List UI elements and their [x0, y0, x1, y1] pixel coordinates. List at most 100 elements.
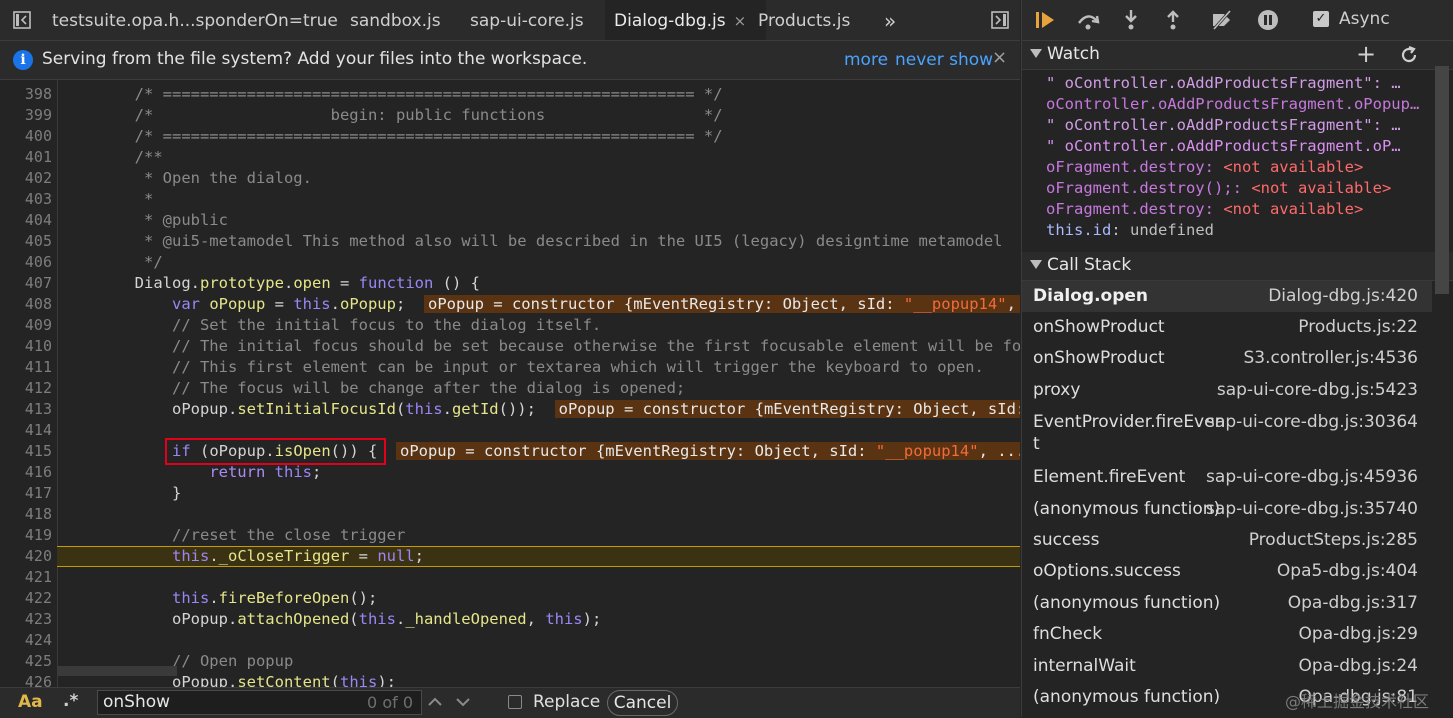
code-line[interactable]: 405 * @ui5-metamodel This method also wi… — [0, 231, 1020, 252]
code-line[interactable]: 412 // The focus will be change after th… — [0, 378, 1020, 399]
call-frame-location[interactable]: sap-ui-core-dbg.js:35740 — [1206, 499, 1418, 519]
horizontal-scrollbar[interactable] — [57, 666, 177, 676]
line-number[interactable]: 401 — [0, 147, 52, 168]
line-number[interactable]: 419 — [0, 525, 52, 546]
code-line[interactable]: 402 * Open the dialog. — [0, 168, 1020, 189]
code-line[interactable]: 409 // Set the initial focus to the dial… — [0, 315, 1020, 336]
more-tabs-icon[interactable]: » — [884, 0, 896, 40]
call-frame-location[interactable]: Products.js:22 — [1298, 317, 1418, 337]
code-line[interactable]: 400 /* =================================… — [0, 126, 1020, 147]
line-number[interactable]: 402 — [0, 168, 52, 189]
code-line[interactable]: 420 this._oCloseTrigger = null; — [0, 546, 1020, 567]
call-frame-location[interactable]: S3.controller.js:4536 — [1243, 348, 1418, 368]
tab-dialog-dbg[interactable]: Dialog-dbg.js × — [605, 0, 766, 40]
call-frame-location[interactable]: Opa-dbg.js:317 — [1288, 593, 1418, 613]
line-number[interactable]: 403 — [0, 189, 52, 210]
line-number[interactable]: 405 — [0, 231, 52, 252]
line-number[interactable]: 413 — [0, 399, 52, 420]
close-tab-icon[interactable]: × — [734, 12, 747, 30]
call-frame-location[interactable]: Opa-dbg.js:29 — [1299, 624, 1418, 644]
code-line[interactable]: 410 // The initial focus should be set b… — [0, 336, 1020, 357]
call-frame-location[interactable]: Dialog-dbg.js:420 — [1268, 286, 1418, 306]
call-frame[interactable]: proxy sap-ui-core-dbg.js:5423 — [1022, 375, 1432, 406]
search-next-icon[interactable] — [452, 692, 474, 712]
regex-toggle[interactable]: .* — [63, 691, 78, 711]
line-number[interactable]: 407 — [0, 273, 52, 294]
tab-sap-ui-core[interactable]: sap-ui-core.js — [460, 0, 594, 40]
toggle-debugger-icon[interactable] — [990, 10, 1010, 30]
line-number[interactable]: 421 — [0, 567, 52, 588]
tab-testsuite[interactable]: testsuite.opa.h...sponderOn=true — [43, 0, 347, 40]
code-line[interactable]: 401 /** — [0, 147, 1020, 168]
line-number[interactable]: 400 — [0, 126, 52, 147]
watch-expression[interactable]: " oController.oAddProductsFragment": … — [1046, 116, 1426, 137]
call-frame-location[interactable]: Opa5-dbg.js:404 — [1277, 561, 1418, 581]
call-frame[interactable]: EventProvider.fireEven t sap-ui-core-dbg.j… — [1022, 407, 1432, 459]
tab-products[interactable]: Products.js — [749, 0, 859, 40]
line-number[interactable]: 416 — [0, 462, 52, 483]
match-case-toggle[interactable]: Aa — [18, 692, 43, 712]
call-frame[interactable]: (anonymous function) Opa-dbg.js:317 — [1022, 588, 1432, 619]
line-number[interactable]: 408 — [0, 294, 52, 315]
call-frame[interactable]: fnCheck Opa-dbg.js:29 — [1022, 619, 1432, 650]
resume-icon[interactable] — [1034, 9, 1058, 31]
line-number[interactable]: 404 — [0, 210, 52, 231]
code-line[interactable]: 424 — [0, 630, 1020, 651]
call-frame[interactable]: Dialog.open Dialog-dbg.js:420 — [1022, 281, 1432, 312]
code-line[interactable]: 407 Dialog.prototype.open = function () … — [0, 273, 1020, 294]
watch-expression[interactable]: oFragment.destroy: <not available> — [1046, 200, 1426, 221]
call-frame-location[interactable]: sap-ui-core-dbg.js:5423 — [1217, 380, 1418, 400]
line-number[interactable]: 409 — [0, 315, 52, 336]
search-input[interactable]: onShow 0 of 0 — [97, 690, 422, 715]
line-number[interactable]: 415 — [0, 441, 52, 462]
watch-section-header[interactable]: Watch + — [1022, 40, 1453, 70]
toggle-navigator-icon[interactable] — [12, 10, 32, 30]
call-frame[interactable]: Element.fireEvent sap-ui-core-dbg.js:4593… — [1022, 462, 1432, 493]
line-number[interactable]: 410 — [0, 336, 52, 357]
code-line[interactable]: 413 oPopup.setInitialFocusId(this.getId(… — [0, 399, 1020, 420]
code-line[interactable]: 415 if (oPopup.isOpen()) { oPopup = cons… — [0, 441, 1020, 462]
code-line[interactable]: 419 //reset the close trigger — [0, 525, 1020, 546]
more-link[interactable]: more — [844, 50, 888, 70]
deactivate-breakpoints-icon[interactable] — [1210, 9, 1234, 31]
watch-expression[interactable]: this.id: undefined — [1046, 221, 1426, 242]
code-line[interactable]: 422 this.fireBeforeOpen(); — [0, 588, 1020, 609]
add-watch-icon[interactable]: + — [1356, 40, 1376, 68]
vertical-scrollbar[interactable] — [1435, 66, 1449, 294]
call-frame[interactable]: oOptions.success Opa5-dbg.js:404 — [1022, 556, 1432, 587]
watch-expression[interactable]: oController.oAddProductsFragment.oPopup… — [1046, 95, 1426, 116]
call-frame-location[interactable]: ProductSteps.js:285 — [1249, 530, 1418, 550]
line-number[interactable]: 424 — [0, 630, 52, 651]
replace-checkbox[interactable] — [508, 695, 522, 709]
code-editor[interactable]: 398 /* =================================… — [0, 80, 1020, 687]
never-show-link[interactable]: never show — [895, 50, 993, 70]
code-line[interactable]: 421 — [0, 567, 1020, 588]
line-number[interactable]: 418 — [0, 504, 52, 525]
pause-on-exceptions-icon[interactable] — [1256, 9, 1280, 31]
line-number[interactable]: 420 — [0, 546, 52, 567]
code-line[interactable]: 416 return this; — [0, 462, 1020, 483]
close-infobar-icon[interactable]: × — [992, 47, 1007, 68]
code-line[interactable]: 398 /* =================================… — [0, 84, 1020, 105]
line-number[interactable]: 399 — [0, 105, 52, 126]
code-line[interactable]: 411 // This first element can be input o… — [0, 357, 1020, 378]
code-line[interactable]: 417 } — [0, 483, 1020, 504]
line-number[interactable]: 398 — [0, 84, 52, 105]
code-line[interactable]: 406 */ — [0, 252, 1020, 273]
line-number[interactable]: 412 — [0, 378, 52, 399]
cancel-search-button[interactable]: Cancel — [607, 690, 678, 716]
code-line[interactable]: 423 oPopup.attachOpened(this._handleOpen… — [0, 609, 1020, 630]
step-over-icon[interactable] — [1076, 9, 1100, 31]
code-line[interactable]: 414 — [0, 420, 1020, 441]
watch-expression[interactable]: oFragment.destroy();: <not available> — [1046, 179, 1426, 200]
call-frame[interactable]: success ProductSteps.js:285 — [1022, 525, 1432, 556]
line-number[interactable]: 426 — [0, 672, 52, 687]
async-checkbox[interactable]: ✓ — [1313, 11, 1329, 27]
call-frame[interactable]: onShowProduct S3.controller.js:4536 — [1022, 343, 1432, 374]
step-out-icon[interactable] — [1161, 9, 1185, 31]
code-line[interactable]: 408 var oPopup = this.oPopup; oPopup = c… — [0, 294, 1020, 315]
line-number[interactable]: 406 — [0, 252, 52, 273]
call-frame-location[interactable]: sap-ui-core-dbg.js:45936 — [1206, 467, 1418, 487]
code-line[interactable]: 399 /* begin: public functions */ — [0, 105, 1020, 126]
call-frame[interactable]: internalWait Opa-dbg.js:24 — [1022, 651, 1432, 682]
